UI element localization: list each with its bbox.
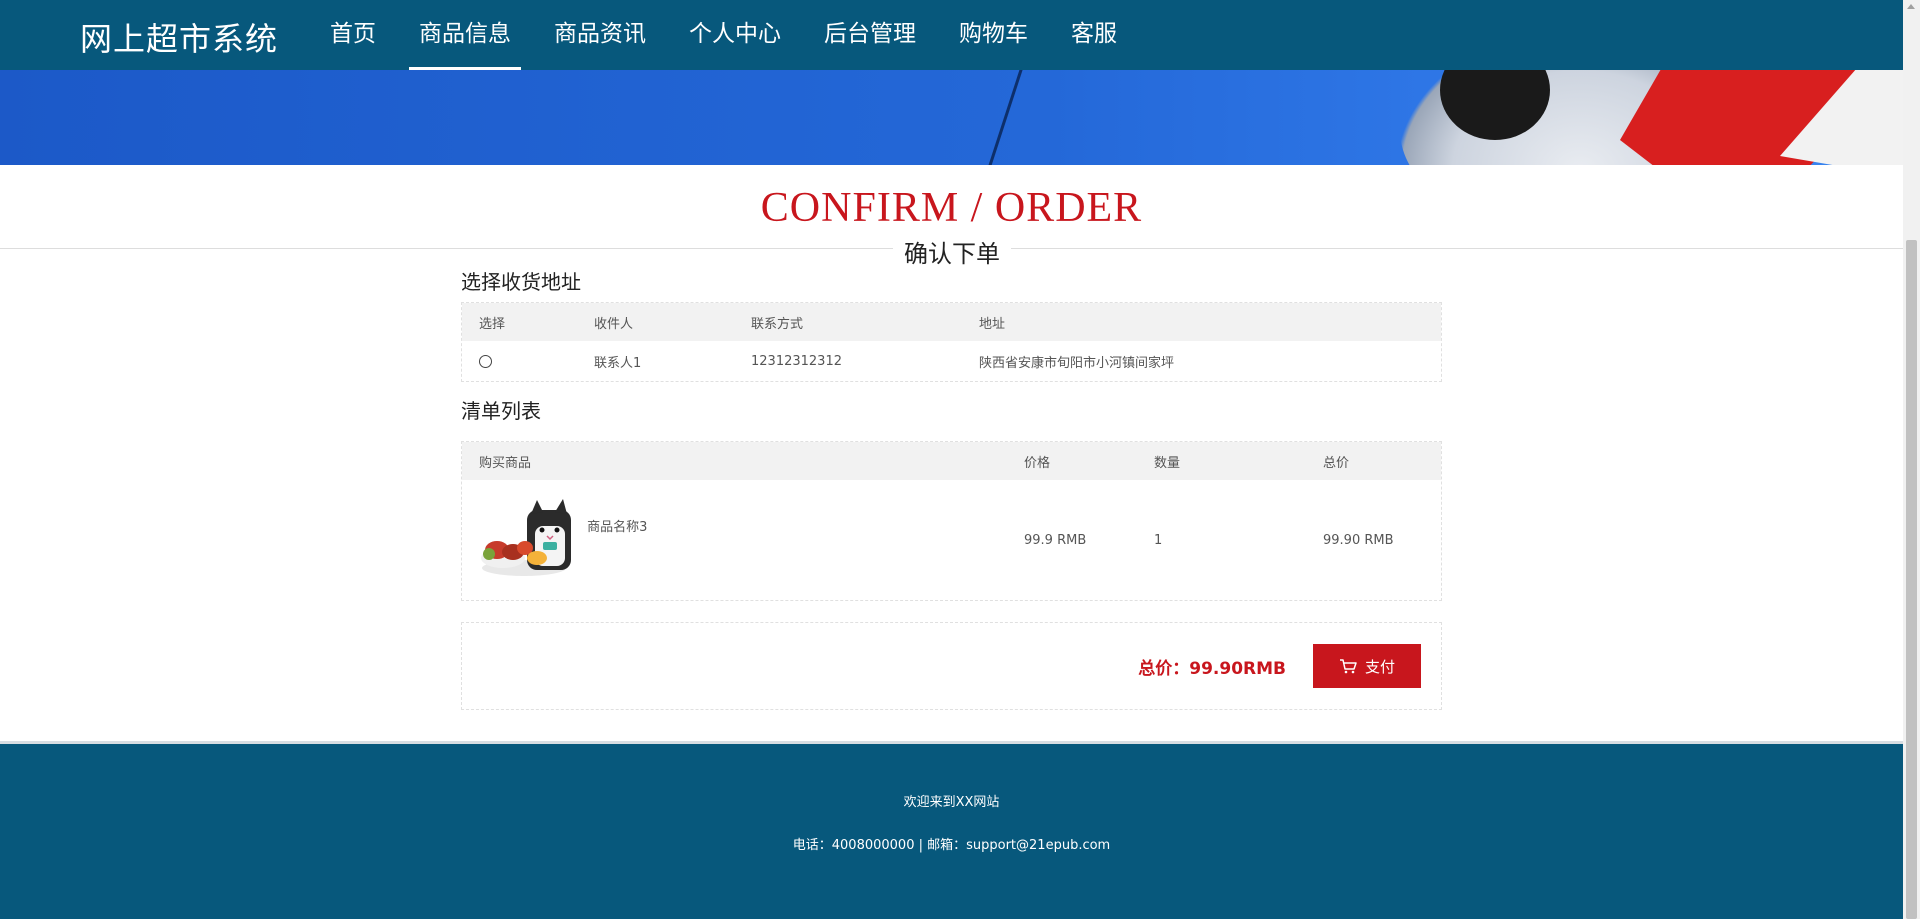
page-title-cn: 确认下单 <box>893 234 1011 269</box>
product-cell: 商品名称3 <box>462 480 1007 600</box>
address-table-box: 选择 收件人 联系方式 地址 联系人1 12312312312 陕西省安康市旬阳… <box>461 302 1442 382</box>
column-header: 联系方式 <box>734 303 962 341</box>
address-radio[interactable] <box>479 354 492 368</box>
column-header: 地址 <box>962 303 1441 341</box>
pay-button[interactable]: 支付 <box>1313 644 1421 688</box>
recipient-cell: 联系人1 <box>594 355 642 371</box>
footer-welcome: 欢迎来到XX网站 <box>903 795 1000 810</box>
pay-button-label: 支付 <box>1364 657 1395 676</box>
nav-item-products[interactable]: 商品信息 <box>409 0 521 70</box>
main-nav: 首页 商品信息 商品资讯 个人中心 后台管理 购物车 客服 <box>320 0 1150 70</box>
price-cell: 99.9 RMB <box>1024 532 1087 548</box>
scrollbar-thumb[interactable] <box>1906 240 1917 919</box>
column-header: 价格 <box>1007 442 1137 480</box>
nav-item-home[interactable]: 首页 <box>320 0 386 70</box>
vertical-scrollbar[interactable] <box>1903 0 1920 919</box>
order-summary: 总价：99.90RMB 支付 <box>461 622 1442 710</box>
cart-table: 购买商品 价格 数量 总价 商品名称3 99.9 RMB 1 99.90 RMB <box>462 442 1441 600</box>
address-section-title: 选择收货地址 <box>461 270 581 294</box>
scroll-up-icon[interactable] <box>1907 4 1915 9</box>
nav-item-admin[interactable]: 后台管理 <box>814 0 926 70</box>
column-header: 总价 <box>1306 442 1441 480</box>
cart-section-title: 清单列表 <box>461 399 541 423</box>
hero-banner <box>0 70 1903 165</box>
address-select-cell <box>462 341 577 381</box>
quantity-cell: 1 <box>1154 532 1163 548</box>
column-header: 数量 <box>1137 442 1306 480</box>
nav-item-service[interactable]: 客服 <box>1061 0 1127 70</box>
site-brand[interactable]: 网上超市系统 <box>80 14 278 60</box>
footer-contact: 电话：4008000000 | 邮箱：support@21epub.com <box>792 838 1111 853</box>
cart-icon <box>1339 659 1357 674</box>
column-header: 选择 <box>462 303 577 341</box>
page-title-en: CONFIRM / ORDER <box>760 185 1143 231</box>
phone-cell: 12312312312 <box>751 353 842 369</box>
top-navbar: 网上超市系统 首页 商品信息 商品资讯 个人中心 后台管理 购物车 客服 <box>0 0 1903 70</box>
address-table: 选择 收件人 联系方式 地址 联系人1 12312312312 陕西省安康市旬阳… <box>462 303 1441 381</box>
banner-decoration <box>978 70 1025 165</box>
column-header: 收件人 <box>577 303 734 341</box>
address-cell: 陕西省安康市旬阳市小河镇间家坪 <box>979 355 1175 371</box>
table-row: 商品名称3 99.9 RMB 1 99.90 RMB <box>462 480 1441 600</box>
product-name[interactable]: 商品名称3 <box>587 516 647 535</box>
total-cell: 99.90 RMB <box>1323 532 1394 548</box>
cat-snack-product-image[interactable] <box>479 496 575 580</box>
table-row[interactable]: 联系人1 12312312312 陕西省安康市旬阳市小河镇间家坪 <box>462 341 1441 381</box>
nav-item-news[interactable]: 商品资讯 <box>544 0 656 70</box>
cart-table-header: 购买商品 价格 数量 总价 <box>462 442 1441 480</box>
column-header: 购买商品 <box>462 442 1007 480</box>
cart-table-box: 购买商品 价格 数量 总价 商品名称3 99.9 RMB 1 99.90 RMB <box>461 441 1442 601</box>
order-total: 总价：99.90RMB <box>1138 659 1286 679</box>
address-table-header: 选择 收件人 联系方式 地址 <box>462 303 1441 341</box>
nav-item-profile[interactable]: 个人中心 <box>679 0 791 70</box>
page-footer: 欢迎来到XX网站 电话：4008000000 | 邮箱：support@21ep… <box>0 741 1903 919</box>
nav-item-cart[interactable]: 购物车 <box>949 0 1038 70</box>
